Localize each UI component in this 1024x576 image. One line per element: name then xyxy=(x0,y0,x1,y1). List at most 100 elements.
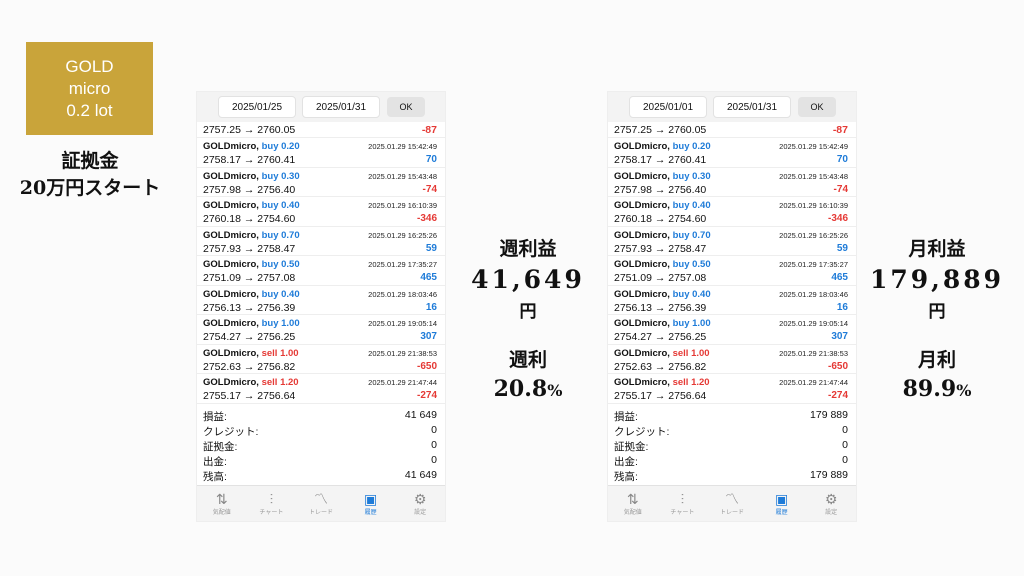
trade-row[interactable]: GOLDmicro, sell 1.20 2025.01.29 21:47:44 2… xyxy=(197,374,445,404)
tab-quotes[interactable]: ⇅ 気配値 xyxy=(197,486,247,521)
trade-profit: -87 xyxy=(421,124,437,136)
summary-withdraw-value: 0 xyxy=(842,453,848,466)
trade-profit: -87 xyxy=(832,124,848,136)
trade-row[interactable]: GOLDmicro, buy 0.30 2025.01.29 15:43:48 27… xyxy=(197,168,445,197)
trade-symbol: GOLDmicro, buy 0.30 xyxy=(614,171,711,182)
date-filter-bar: 2025/01/01 2025/01/31 OK xyxy=(608,92,856,122)
trade-price: 2754.27 → 2756.25 xyxy=(203,331,296,343)
trade-row[interactable]: GOLDmicro, buy 0.40 2025.01.29 18:03:46 27… xyxy=(608,286,856,315)
date-from-field[interactable]: 2025/01/01 xyxy=(629,96,707,118)
trade-price: 2757.93 → 2758.47 xyxy=(614,242,707,255)
trade-side: buy 0.70 xyxy=(672,229,711,241)
tab-label: 設定 xyxy=(825,510,838,516)
date-from-field[interactable]: 2025/01/25 xyxy=(218,96,296,118)
trade-side: sell 1.00 xyxy=(672,347,710,359)
trade-symbol-name: GOLDmicro, xyxy=(203,170,259,182)
trade-time: 2025.01.29 15:42:49 xyxy=(779,142,848,151)
summary-balance-label: 残高: xyxy=(614,470,638,483)
summary-balance-row: 残高: 179 889 xyxy=(608,469,856,484)
date-to-field[interactable]: 2025/01/31 xyxy=(713,96,791,118)
trade-row[interactable]: GOLDmicro, sell 1.00 2025.01.29 21:38:53 2… xyxy=(608,345,856,374)
trade-row-partial[interactable]: 2757.25 → 2760.05 -87 xyxy=(608,122,856,138)
trade-row[interactable]: GOLDmicro, buy 0.20 2025.01.29 15:42:49 27… xyxy=(608,138,856,168)
tab-history[interactable]: ▣ 履歴 xyxy=(346,486,396,521)
trade-side: buy 1.00 xyxy=(261,318,300,329)
trade-row[interactable]: GOLDmicro, buy 0.50 2025.01.29 17:35:27 27… xyxy=(197,256,445,286)
summary-withdraw-row: 出金: 0 xyxy=(197,454,445,469)
trade-side: buy 0.40 xyxy=(261,288,300,300)
trade-profit: -650 xyxy=(416,360,437,372)
trade-side: buy 0.40 xyxy=(672,200,711,211)
trade-price: 2751.09 → 2757.08 xyxy=(614,272,707,284)
trade-row[interactable]: GOLDmicro, buy 0.70 2025.01.29 16:25:26 27… xyxy=(197,227,445,256)
tab-label: チャート xyxy=(259,510,284,516)
start-caption: 証拠金 20万円スタート xyxy=(0,148,180,202)
tab-settings[interactable]: ⚙ 設定 xyxy=(395,486,445,521)
trade-row[interactable]: GOLDmicro, sell 1.00 2025.01.29 21:38:53 2… xyxy=(197,345,445,374)
tab-settings[interactable]: ⚙ 設定 xyxy=(806,486,856,521)
tab-trade[interactable]: 〽トレード xyxy=(296,486,346,521)
date-filter-bar: 2025/01/25 2025/01/31 OK xyxy=(197,92,445,122)
trade-row[interactable]: GOLDmicro, sell 1.20 2025.01.29 21:47:44 2… xyxy=(608,374,856,404)
trade-price: 2760.18 → 2754.60 xyxy=(614,213,707,225)
trade-symbol: GOLDmicro, buy 1.00 xyxy=(614,318,711,329)
trade-profit: -274 xyxy=(827,390,848,401)
trade-symbol-name: GOLDmicro, xyxy=(203,229,259,241)
trade-symbol: GOLDmicro, buy 0.40 xyxy=(203,289,300,300)
trade-profit: 70 xyxy=(836,154,848,165)
trade-row-partial[interactable]: 2757.25 → 2760.05 -87 xyxy=(197,122,445,138)
trade-row[interactable]: GOLDmicro, buy 0.40 2025.01.29 16:10:39 27… xyxy=(608,197,856,227)
trade-time: 2025.01.29 21:47:44 xyxy=(779,378,848,387)
bottom-tab-bar: ⇅ 気配値 ⫶ チャート 〽トレード ▣ 履歴 ⚙ 設定 xyxy=(608,485,856,521)
monthly-profit-unit: 円 xyxy=(928,302,946,322)
trade-price: 2757.25 → 2760.05 xyxy=(203,124,296,136)
trade-row[interactable]: GOLDmicro, buy 0.50 2025.01.29 17:35:27 27… xyxy=(608,256,856,286)
trade-price: 2755.17 → 2756.64 xyxy=(203,390,296,402)
trade-icon: 〽 xyxy=(313,491,328,507)
date-to-field[interactable]: 2025/01/31 xyxy=(302,96,380,118)
tab-label: 履歴 xyxy=(775,510,788,516)
trade-symbol-name: GOLDmicro, xyxy=(614,259,670,270)
trade-symbol-name: GOLDmicro, xyxy=(203,347,259,359)
weekly-profit-label: 週利益 xyxy=(499,238,557,260)
trade-row[interactable]: GOLDmicro, buy 0.30 2025.01.29 15:43:48 27… xyxy=(608,168,856,197)
tab-trade[interactable]: 〽トレード xyxy=(707,486,757,521)
trade-time: 2025.01.29 16:25:26 xyxy=(368,230,437,240)
tab-history[interactable]: ▣ 履歴 xyxy=(757,486,807,521)
trade-price: 2754.27 → 2756.25 xyxy=(614,331,707,343)
summary-balance-label: 残高: xyxy=(203,470,227,483)
trade-symbol: GOLDmicro, buy 0.50 xyxy=(203,259,300,270)
trade-symbol: GOLDmicro, sell 1.20 xyxy=(203,377,299,388)
trade-row[interactable]: GOLDmicro, buy 0.20 2025.01.29 15:42:49 27… xyxy=(197,138,445,168)
summary-deposit-label: 証拠金: xyxy=(203,440,238,453)
summary-withdraw-label: 出金: xyxy=(203,455,227,468)
summary-withdraw-label: 出金: xyxy=(614,455,638,468)
ok-button[interactable]: OK xyxy=(798,97,836,117)
summary-balance-value: 179 889 xyxy=(810,468,848,481)
trade-side: buy 0.20 xyxy=(261,141,300,152)
tab-quotes[interactable]: ⇅ 気配値 xyxy=(608,486,658,521)
trade-side: buy 0.40 xyxy=(261,200,300,211)
trade-symbol-name: GOLDmicro, xyxy=(203,141,259,152)
summary-credit-label: クレジット: xyxy=(203,425,259,438)
history-screen-weekly: 2025/01/25 2025/01/31 OK 2757.25 → 2760.… xyxy=(196,91,446,522)
trade-side: buy 0.50 xyxy=(261,259,300,270)
ok-button[interactable]: OK xyxy=(387,97,425,117)
trade-row[interactable]: GOLDmicro, buy 1.00 2025.01.29 19:05:14 27… xyxy=(197,315,445,345)
trade-symbol: GOLDmicro, buy 0.50 xyxy=(614,259,711,270)
tab-chart[interactable]: ⫶ チャート xyxy=(247,486,297,521)
start-line-1: 証拠金 xyxy=(61,150,119,172)
monthly-rate-value: 89.9 xyxy=(902,376,957,402)
summary-deposit-label: 証拠金: xyxy=(614,440,649,453)
trade-row[interactable]: GOLDmicro, buy 0.40 2025.01.29 18:03:46 27… xyxy=(197,286,445,315)
tab-chart[interactable]: ⫶ チャート xyxy=(658,486,708,521)
tab-label: トレード xyxy=(719,510,744,516)
trade-side: buy 0.30 xyxy=(261,170,300,182)
trade-row[interactable]: GOLDmicro, buy 1.00 2025.01.29 19:05:14 27… xyxy=(608,315,856,345)
trade-row[interactable]: GOLDmicro, buy 0.70 2025.01.29 16:25:26 27… xyxy=(608,227,856,256)
trade-time: 2025.01.29 18:03:46 xyxy=(368,289,437,299)
trade-row[interactable]: GOLDmicro, buy 0.40 2025.01.29 16:10:39 27… xyxy=(197,197,445,227)
trade-time: 2025.01.29 16:10:39 xyxy=(779,201,848,210)
history-screen-monthly: 2025/01/01 2025/01/31 OK 2757.25 → 2760.… xyxy=(607,91,857,522)
history-icon: ▣ xyxy=(774,491,789,507)
